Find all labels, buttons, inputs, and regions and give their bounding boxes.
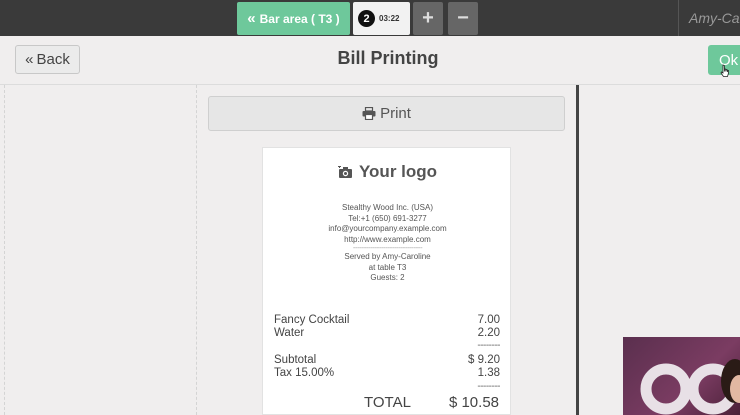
- top-bar: « Bar area ( T3 ) 2 03:22 + − Amy-Caroli…: [0, 0, 740, 36]
- panel-divider: [576, 85, 579, 415]
- left-panel: [4, 85, 197, 415]
- order-time: 03:22: [379, 14, 400, 23]
- total-label: TOTAL: [364, 394, 411, 411]
- company-email: info@yourcompany.example.com: [328, 224, 447, 233]
- print-label: Print: [380, 105, 411, 122]
- served-by: Served by Amy-Caroline: [344, 252, 431, 261]
- total-value: $ 10.58: [448, 394, 499, 411]
- add-order-button[interactable]: +: [413, 2, 443, 35]
- receipt: Your logo Stealthy Wood Inc. (USA) Tel:+…: [262, 147, 511, 415]
- company-tel: Tel:+1 (650) 691-3277: [348, 213, 427, 223]
- receipt-line-item: Fancy Cocktail 7.00: [274, 314, 500, 326]
- video-thumbnail[interactable]: [623, 337, 740, 415]
- separator: --------------------------------: [352, 245, 423, 252]
- double-chevron-left-icon: «: [247, 10, 256, 27]
- mouse-cursor-icon: [720, 64, 729, 77]
- dash-separator: --------: [477, 340, 500, 351]
- minus-icon: −: [457, 7, 469, 29]
- screen-header: « Back Bill Printing Ok: [0, 36, 740, 85]
- bar-area-button[interactable]: « Bar area ( T3 ): [237, 2, 350, 35]
- table-info: at table T3: [368, 262, 407, 272]
- receipt-header-info: Stealthy Wood Inc. (USA) Tel:+1 (650) 69…: [263, 203, 512, 284]
- order-tab[interactable]: 2 03:22: [353, 2, 410, 35]
- guests-info: Guests: 2: [370, 273, 405, 282]
- video-preview-image: [640, 359, 740, 415]
- tax-value: 1.38: [477, 367, 500, 379]
- receipt-line-item: Water 2.20: [274, 327, 500, 339]
- subtotal-row: Subtotal $ 9.20: [274, 354, 500, 366]
- company-name: Stealthy Wood Inc. (USA): [342, 203, 433, 212]
- dash-separator: --------: [477, 381, 500, 392]
- company-website: http://www.example.com: [344, 234, 431, 244]
- subtotal-value: $ 9.20: [468, 354, 500, 366]
- camera-icon: [337, 165, 352, 178]
- item-price: 7.00: [477, 314, 500, 326]
- item-name: Water: [274, 327, 305, 339]
- logo-text: Your logo: [358, 162, 438, 181]
- remove-order-button[interactable]: −: [448, 2, 478, 35]
- tax-row: Tax 15.00% 1.38: [274, 367, 500, 379]
- print-button[interactable]: Print: [208, 96, 565, 131]
- item-price: 2.20: [477, 327, 500, 339]
- item-name: Fancy Cocktail: [274, 314, 350, 326]
- tax-label: Tax 15.00%: [274, 367, 335, 379]
- printer-icon: [362, 107, 376, 120]
- receipt-logo: Your logo: [263, 162, 512, 182]
- plus-icon: +: [422, 7, 434, 29]
- page-title: Bill Printing: [337, 48, 439, 68]
- bar-area-label: Bar area ( T3 ): [259, 11, 340, 26]
- order-number-badge: 2: [358, 10, 375, 27]
- user-name[interactable]: Amy-Caroline: [678, 0, 740, 36]
- subtotal-label: Subtotal: [274, 354, 317, 366]
